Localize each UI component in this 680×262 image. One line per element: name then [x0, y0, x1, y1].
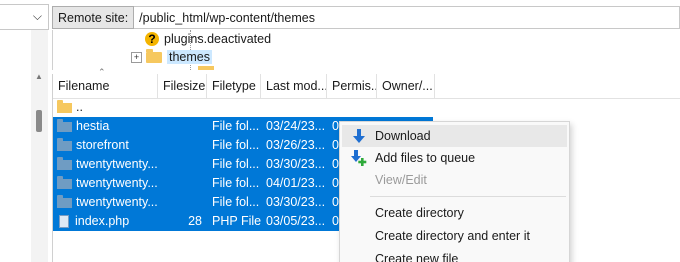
expand-icon[interactable]: +: [131, 51, 142, 63]
filename-text: twentytwenty...: [76, 176, 158, 190]
menu-item-view-edit: View/Edit: [342, 169, 567, 191]
filetype-cell: PHP File: [212, 214, 261, 228]
ftp-client-window: ⌵ ▲ Remote site: /public_html/wp-content…: [0, 0, 680, 262]
folder-icon: [57, 99, 72, 113]
filetype-cell: File fol...: [212, 157, 260, 171]
last-modified-cell: 03/26/23...: [266, 138, 326, 152]
filesize-cell: [158, 136, 207, 155]
filename-cell: hestia: [53, 117, 158, 136]
file-list-header: Filename Filesize Filetype Last mod... P…: [53, 74, 680, 99]
menu-item-label: Create directory and enter it: [375, 229, 530, 243]
filename-cell: ..: [53, 98, 158, 117]
filename-text: hestia: [76, 119, 110, 133]
question-icon: ?: [145, 32, 159, 46]
last-modified-cell: 04/01/23...: [266, 176, 326, 190]
menu-item-create-directory-and-enter[interactable]: Create directory and enter it: [342, 225, 567, 247]
filesize-cell: [158, 155, 207, 174]
menu-separator: [370, 196, 566, 197]
filename-cell: twentytwenty...: [53, 155, 158, 174]
filesize-cell: [158, 193, 207, 212]
download-arrow-icon: [353, 129, 365, 143]
filename-cell: twentytwenty...: [53, 193, 158, 212]
folder-icon: [198, 66, 214, 70]
column-filetype[interactable]: Filetype: [207, 74, 261, 98]
tree-item-label: plugins.deactivated: [164, 32, 272, 46]
filetype-cell: File fol...: [212, 195, 260, 209]
filename-text: storefront: [76, 138, 129, 152]
remote-site-bar: Remote site: /public_html/wp-content/the…: [52, 5, 680, 30]
menu-item-label: View/Edit: [375, 173, 427, 187]
column-owner[interactable]: Owner/...: [377, 74, 435, 98]
filesize-cell: [158, 117, 207, 136]
local-scrollbar[interactable]: ▲: [31, 30, 48, 262]
last-modified-cell: 03/30/23...: [266, 195, 326, 209]
folder-icon: [57, 118, 72, 132]
folder-icon: [57, 194, 72, 208]
filetype-cell: File fol...: [212, 138, 260, 152]
table-row[interactable]: ..: [53, 98, 213, 117]
filename-cell: twentytwenty...: [53, 174, 158, 193]
column-permissions[interactable]: Permis...: [327, 74, 377, 98]
menu-item-create-new-file[interactable]: Create new file: [342, 248, 567, 262]
filename-text: ..: [76, 100, 83, 114]
filename-cell: index.php: [53, 212, 158, 231]
folder-icon: [57, 156, 72, 170]
chevron-down-icon[interactable]: ⌵: [33, 9, 42, 24]
menu-item-label: Create directory: [375, 206, 464, 220]
local-site-dropdown[interactable]: ⌵: [0, 4, 49, 30]
local-pane: ⌵ ▲: [0, 0, 50, 262]
filetype-cell: File fol...: [212, 119, 260, 133]
tree-item-themes[interactable]: + themes: [131, 48, 212, 66]
menu-item-label: Create new file: [375, 252, 459, 262]
folder-icon: [57, 137, 72, 151]
filename-text: index.php: [75, 214, 130, 228]
menu-item-label: Add files to queue: [375, 151, 476, 165]
tree-item-plugins-deactivated[interactable]: ? plugins.deactivated: [145, 30, 271, 48]
filename-text: twentytwenty...: [76, 195, 158, 209]
column-last-modified[interactable]: Last mod...: [261, 74, 327, 98]
remote-directory-tree: ? plugins.deactivated + themes: [52, 30, 680, 70]
menu-item-download[interactable]: Download: [342, 125, 567, 147]
sort-caret-icon: ⌃: [98, 67, 106, 77]
menu-item-add-files-to-queue[interactable]: Add files to queue: [342, 147, 567, 169]
remote-path-input[interactable]: /public_html/wp-content/themes: [134, 6, 680, 29]
scroll-up-icon[interactable]: ▲: [35, 72, 43, 81]
folder-icon: [57, 175, 72, 189]
folder-icon: [146, 48, 162, 63]
filesize-cell: [158, 174, 207, 193]
tree-item-label: themes: [167, 50, 212, 64]
add-to-queue-icon: [351, 150, 367, 166]
remote-site-label: Remote site:: [52, 6, 135, 29]
context-menu: Download Add files to queue View/Edit Cr…: [339, 121, 570, 262]
scrollbar-thumb[interactable]: [36, 110, 42, 132]
last-modified-cell: 03/24/23...: [266, 119, 326, 133]
column-filesize[interactable]: Filesize: [158, 74, 207, 98]
last-modified-cell: 03/05/23...: [266, 214, 326, 228]
php-file-icon: [59, 215, 69, 228]
menu-item-label: Download: [375, 129, 431, 143]
filename-cell: storefront: [53, 136, 158, 155]
menu-item-create-directory[interactable]: Create directory: [342, 202, 567, 224]
filesize-cell: 28: [188, 214, 202, 228]
filename-text: twentytwenty...: [76, 157, 158, 171]
filetype-cell: File fol...: [212, 176, 260, 190]
last-modified-cell: 03/30/23...: [266, 157, 326, 171]
